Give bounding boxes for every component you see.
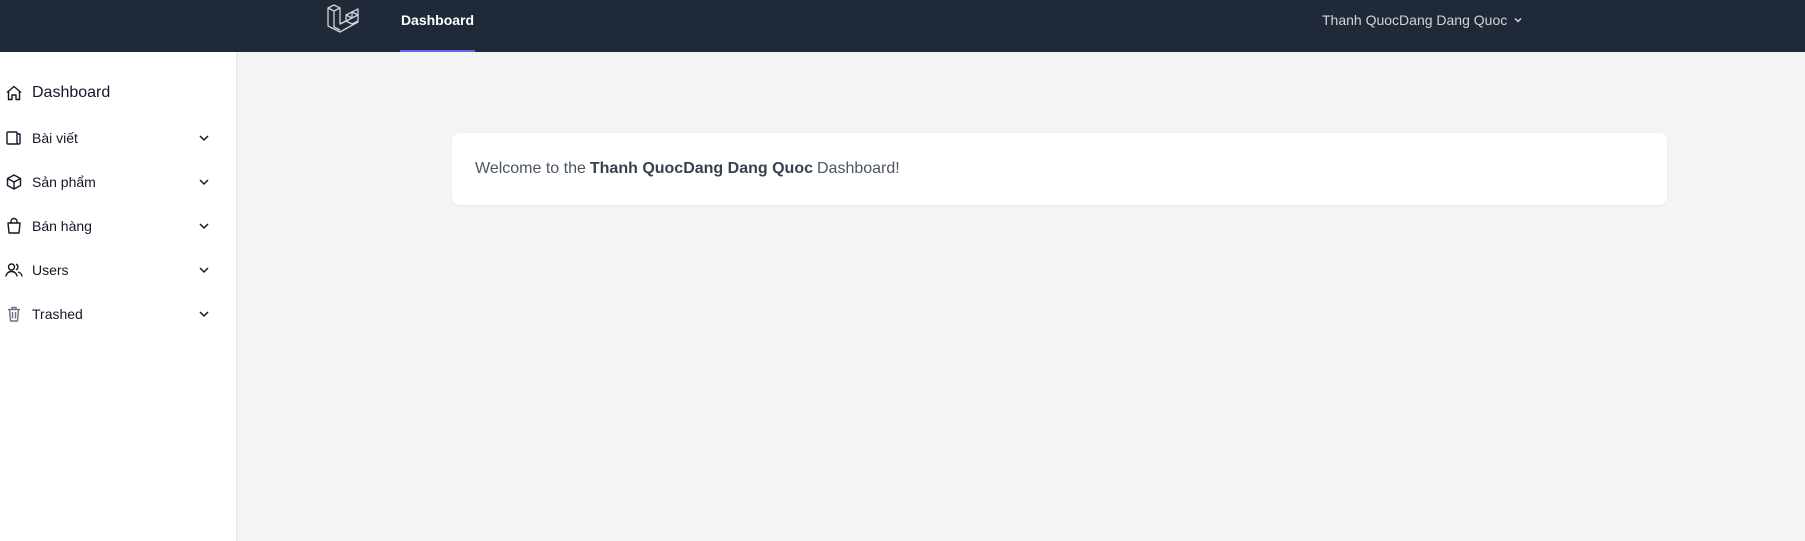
chevron-down-icon	[199, 223, 209, 230]
sidebar-item-label: Bán hàng	[32, 218, 92, 234]
user-name: Thanh QuocDang Dang Quoc	[1322, 12, 1508, 28]
sidebar-item-dashboard[interactable]: Dashboard	[0, 78, 220, 108]
laravel-logo-icon[interactable]	[326, 2, 360, 38]
sidebar: Dashboard Bài viết Sản phẩm Bán hàng Use…	[0, 52, 237, 541]
welcome-card: Welcome to the Thanh QuocDang Dang Quoc …	[452, 133, 1667, 205]
welcome-prefix: Welcome to the	[475, 160, 586, 177]
top-navigation-bar: Dashboard Thanh QuocDang Dang Quoc	[0, 0, 1805, 52]
chevron-down-icon	[199, 179, 209, 186]
user-menu-dropdown[interactable]: Thanh QuocDang Dang Quoc	[1322, 10, 1524, 30]
sidebar-item-label: Dashboard	[32, 84, 111, 101]
sidebar-item-bai-viet[interactable]: Bài viết	[0, 123, 220, 153]
users-icon	[5, 261, 23, 279]
cube-icon	[5, 173, 23, 191]
sidebar-item-label: Sản phẩm	[32, 174, 96, 190]
sidebar-item-ban-hang[interactable]: Bán hàng	[0, 211, 220, 241]
nav-dashboard-link[interactable]: Dashboard	[400, 0, 475, 52]
sidebar-item-san-pham[interactable]: Sản phẩm	[0, 167, 220, 197]
chevron-down-icon	[199, 267, 209, 274]
chevron-down-icon	[199, 135, 209, 142]
welcome-suffix: Dashboard!	[816, 160, 900, 177]
shopping-bag-icon	[5, 217, 23, 235]
sidebar-item-label: Trashed	[32, 306, 83, 322]
chevron-down-icon	[1514, 17, 1522, 23]
sidebar-item-label: Bài viết	[32, 130, 78, 146]
welcome-user-name: Thanh QuocDang Dang Quoc	[589, 160, 813, 177]
sidebar-item-label: Users	[32, 262, 69, 278]
trash-icon	[5, 305, 23, 323]
sidebar-item-users[interactable]: Users	[0, 255, 220, 285]
home-icon	[5, 84, 23, 102]
sidebar-item-trashed[interactable]: Trashed	[0, 299, 220, 329]
nav-dashboard-label: Dashboard	[400, 11, 475, 28]
chevron-down-icon	[199, 311, 209, 318]
active-nav-indicator	[400, 50, 475, 52]
document-icon	[5, 129, 23, 147]
